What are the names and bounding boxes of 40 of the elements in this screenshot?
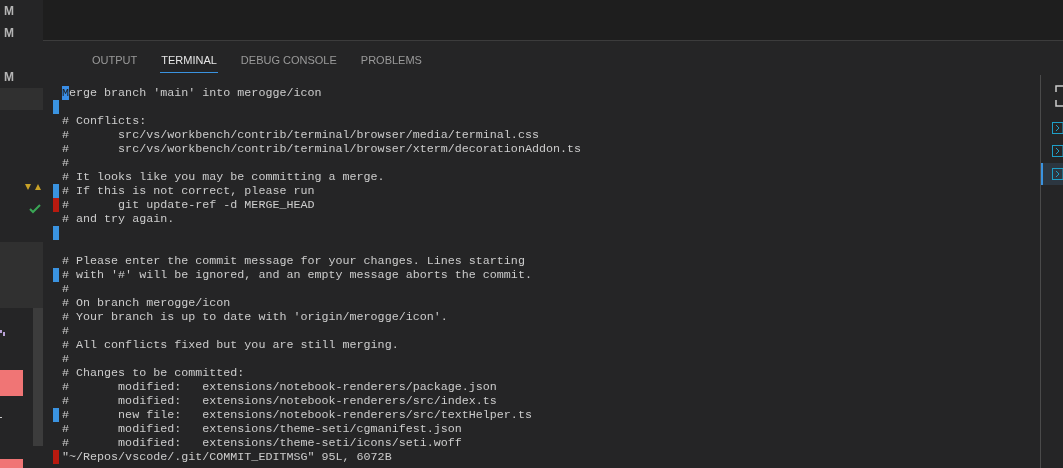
editor-line: # If this is not correct, please run xyxy=(62,184,315,198)
outline-item[interactable] xyxy=(1041,163,1063,185)
editor-line: "~/Repos/vscode/.git/COMMIT_EDITMSG" 95L, 6072B xyxy=(62,450,392,464)
editor-line: # Conflicts: xyxy=(62,114,147,128)
editor-line: # new file: extensions/notebook-renderers/src/textHelper.ts xyxy=(62,408,532,422)
dash-mark xyxy=(0,417,2,418)
editor-line: # and try again. xyxy=(62,212,175,226)
editor-line: # modified: extensions/theme-seti/cgmanifest.json xyxy=(62,422,462,436)
editor-line: # xyxy=(62,352,69,366)
warning-triangles-icon xyxy=(25,183,41,191)
editor-line: # modified: extensions/theme-seti/icons/seti.woff xyxy=(62,436,462,450)
editor-line: # xyxy=(62,156,69,170)
chevron-icon xyxy=(1052,122,1063,134)
bracket-icon xyxy=(1055,85,1063,107)
editor-line: # Changes to be committed: xyxy=(62,366,245,380)
panel-tab[interactable]: DEBUG CONSOLE xyxy=(239,49,338,73)
editor-line: # xyxy=(62,324,69,338)
modified-letter: M xyxy=(4,27,14,39)
editor-line: # On branch merogge/icon xyxy=(62,296,231,310)
editor-line: # git update-ref -d MERGE_HEAD xyxy=(62,198,315,212)
editor-line: # It looks like you may be committing a merge. xyxy=(62,170,385,184)
editor-line: # All conflicts fixed but you are still merging. xyxy=(62,338,399,352)
panel-tab[interactable]: TERMINAL xyxy=(160,49,218,73)
editor-line: # with '#' will be ignored, and an empty message aborts the commit. xyxy=(62,268,532,282)
panel-tab[interactable]: OUTPUT xyxy=(91,49,139,73)
editor-line: # xyxy=(62,282,69,296)
editor-line: # Please enter the commit message for your changes. Lines starting xyxy=(62,254,525,268)
editor-line: # src/vs/workbench/contrib/terminal/browser/xterm/decorationAddon.ts xyxy=(62,142,581,156)
editor-line: # modified: extensions/notebook-renderers/package.json xyxy=(62,380,497,394)
editor-line: # src/vs/workbench/contrib/terminal/browser/media/terminal.css xyxy=(62,128,539,142)
modified-letter: M xyxy=(4,71,14,83)
editor-line: # Your branch is up to date with 'origin/merogge/icon'. xyxy=(62,310,448,324)
fragment-icon xyxy=(0,330,5,336)
panel-tab[interactable]: PROBLEMS xyxy=(359,49,423,73)
chevron-icon xyxy=(1052,145,1063,157)
chevron-icon xyxy=(1052,168,1063,180)
error-block xyxy=(0,370,23,396)
check-icon xyxy=(29,204,41,214)
modified-letter: M xyxy=(4,5,14,17)
editor-line: # modified: extensions/notebook-renderers/src/index.ts xyxy=(62,394,497,408)
